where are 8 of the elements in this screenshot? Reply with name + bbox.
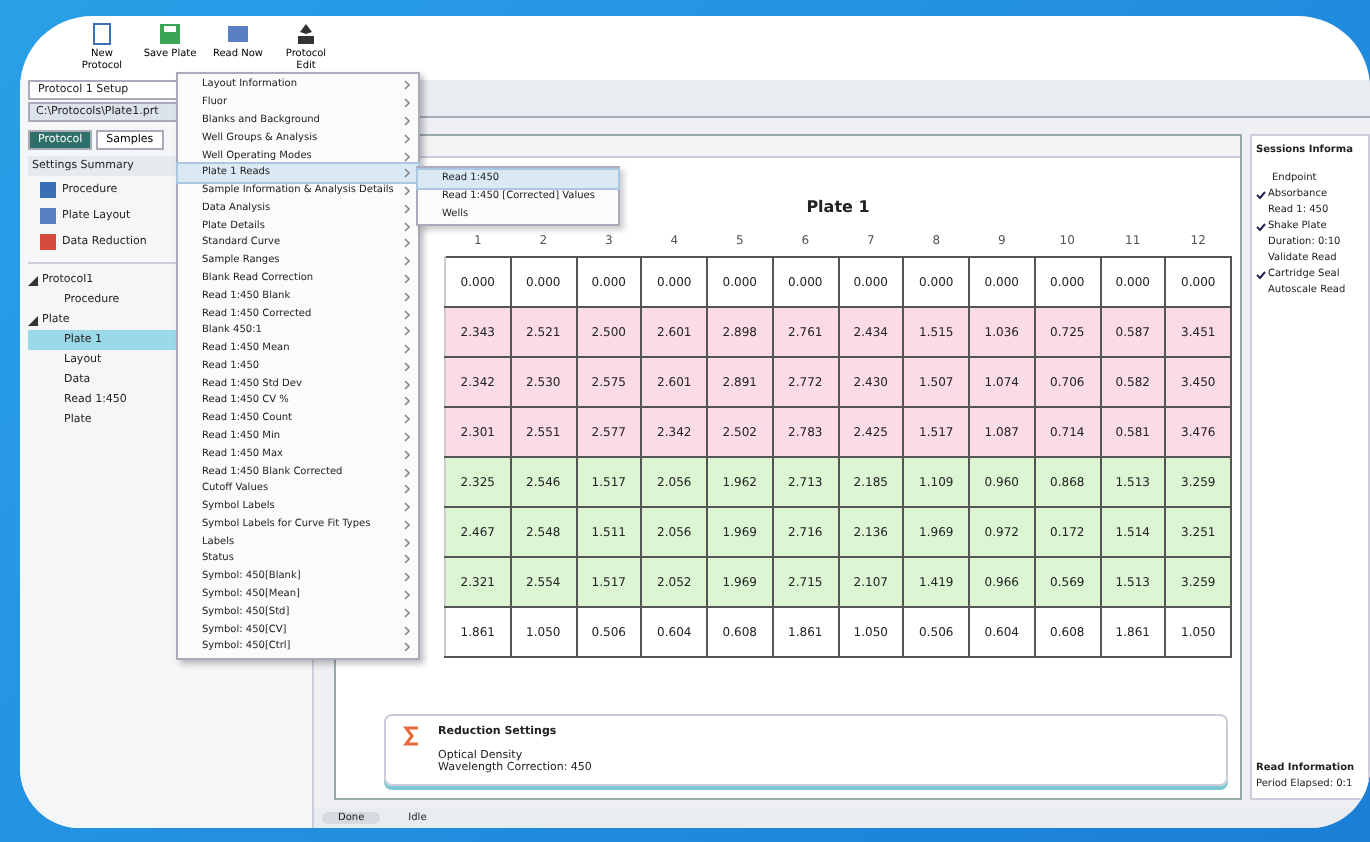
- toolbar-icon: [294, 22, 318, 46]
- expander-icon[interactable]: [28, 316, 38, 326]
- toolbar-icon: [226, 22, 250, 46]
- sigma-icon: [402, 726, 422, 746]
- plate-title: Plate 1: [806, 198, 870, 216]
- expander-icon[interactable]: [28, 276, 38, 286]
- toolbar-icon: [90, 22, 114, 46]
- toolbar-icon: [158, 22, 182, 46]
